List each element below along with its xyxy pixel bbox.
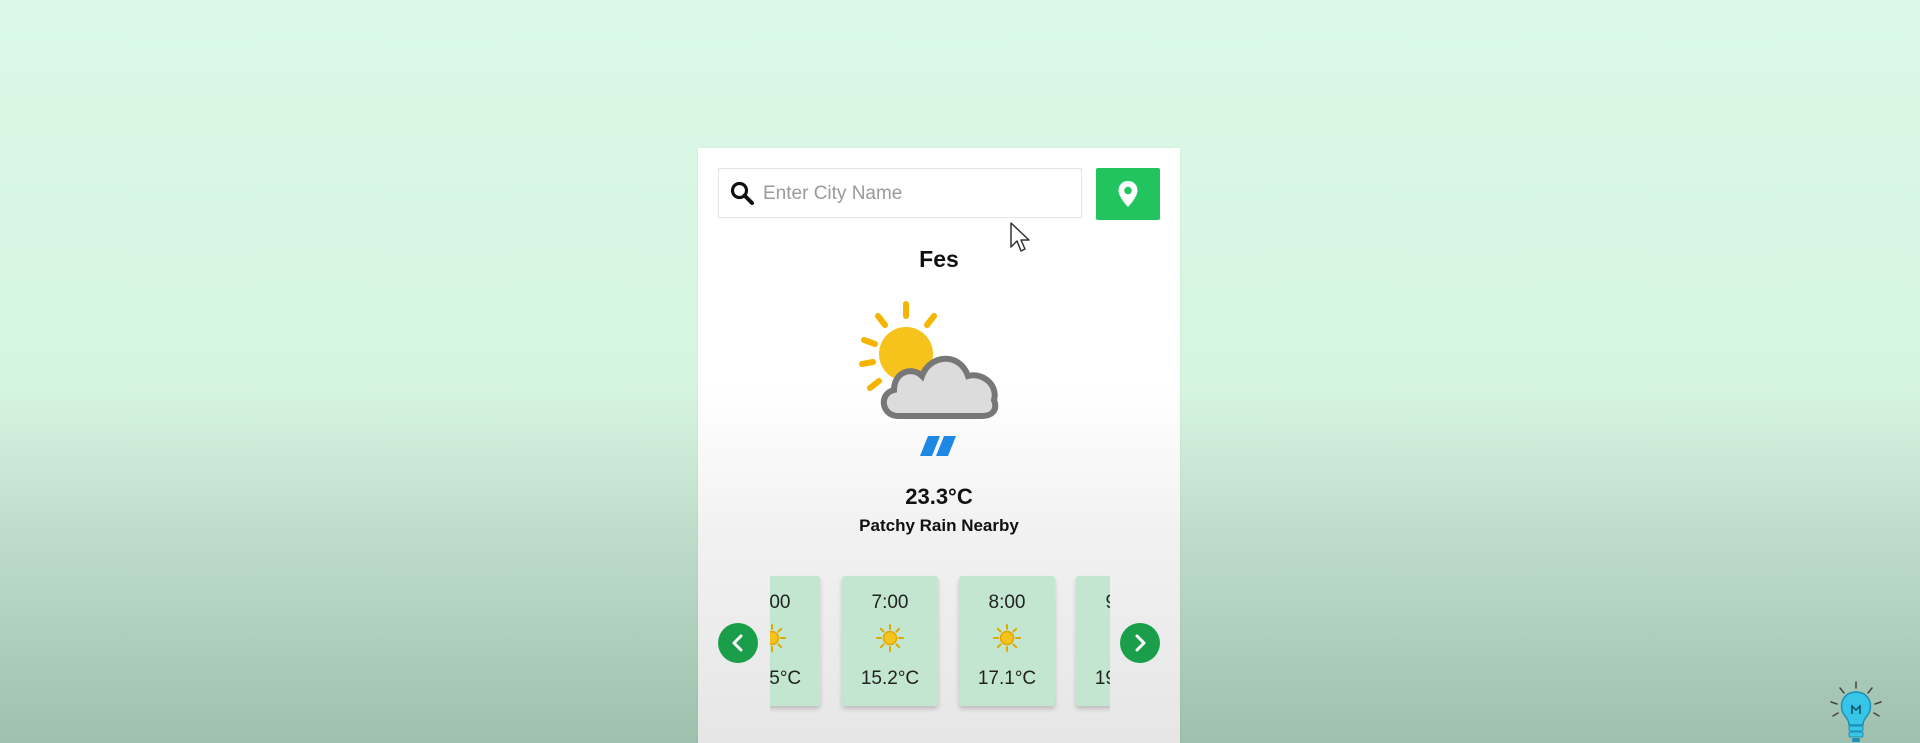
sun-icon bbox=[876, 624, 904, 652]
hour-card: 8:00 17.1°C bbox=[959, 576, 1055, 706]
next-hour-button[interactable] bbox=[1120, 623, 1160, 663]
hour-card: 9:00 19.0°C bbox=[1076, 576, 1110, 706]
hour-card: 7:00 15.2°C bbox=[842, 576, 938, 706]
hourly-forecast-carousel[interactable]: 6:00 14.5°C 7:00 bbox=[770, 574, 1110, 719]
search-box[interactable] bbox=[718, 168, 1082, 218]
hour-temperature: 15.2°C bbox=[860, 668, 920, 689]
current-condition: Patchy Rain Nearby bbox=[859, 516, 1019, 535]
hour-time: 9:00 bbox=[1076, 592, 1111, 614]
weather-card: Fes 23.3°C Patchy Rain Nearby 6:00 bbox=[698, 148, 1180, 743]
search-icon bbox=[730, 181, 754, 205]
lightbulb-logo-icon bbox=[1830, 681, 1882, 742]
sun-icon bbox=[770, 624, 786, 652]
city-name: Fes bbox=[919, 246, 959, 272]
sun-cloud-rain-icon bbox=[859, 301, 999, 456]
hour-time: 6:00 bbox=[770, 592, 791, 613]
map-pin-icon bbox=[1118, 181, 1138, 207]
hour-time: 8:00 bbox=[988, 592, 1026, 613]
prev-hour-button[interactable] bbox=[718, 623, 758, 663]
location-button[interactable] bbox=[1096, 168, 1160, 220]
city-search-input[interactable] bbox=[761, 177, 1075, 211]
mouse-cursor-icon bbox=[1010, 222, 1030, 252]
chevron-right-icon bbox=[1135, 634, 1146, 652]
current-temperature: 23.3°C bbox=[905, 484, 973, 509]
sun-icon bbox=[993, 624, 1021, 652]
hour-temperature: 14.5°C bbox=[770, 668, 802, 689]
chevron-left-icon bbox=[732, 634, 743, 652]
hour-time: 7:00 bbox=[871, 592, 909, 613]
hour-card: 6:00 14.5°C bbox=[770, 576, 820, 706]
hour-temperature: 17.1°C bbox=[977, 668, 1037, 689]
hour-temperature: 19.0°C bbox=[1094, 668, 1110, 689]
